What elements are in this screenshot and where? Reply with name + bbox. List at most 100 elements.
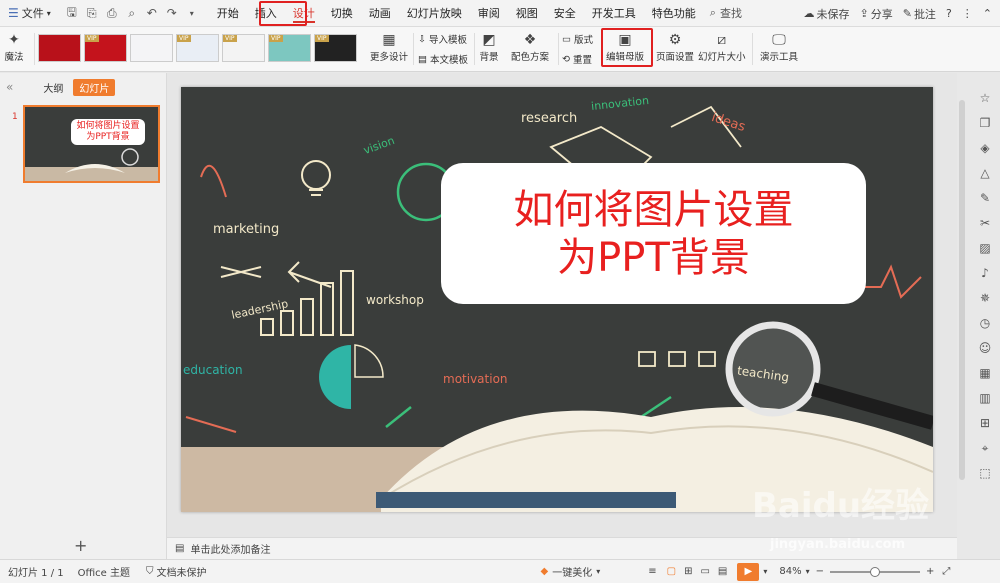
slide-size-button[interactable]: ⧄ 幻灯片大小 [698,31,746,63]
tab-developer[interactable]: 开发工具 [584,0,644,27]
highlight-box-design-tab [259,1,307,26]
tab-slides[interactable]: 幻灯片 [73,78,116,96]
chart-icon[interactable]: ▥ [977,390,993,406]
more-designs-button[interactable]: ▦ 更多设计 [370,31,408,63]
shapes-icon[interactable]: ◈ [977,140,993,156]
notes-view-icon[interactable]: ▤ [718,566,727,577]
tab-transitions[interactable]: 切换 [323,0,361,27]
import-template-button[interactable]: ⇩ 导入模板 [418,32,467,47]
chalk-word-workshop: workshop [366,293,424,307]
share-icon: ⇪ [859,7,869,20]
file-menu-label: 文件 [21,7,44,20]
play-options-chevron-icon[interactable]: ▾ [763,567,767,576]
chevron-down-icon: ▾ [596,567,601,576]
audio-icon[interactable]: ♪ [977,265,993,281]
customize-chevron-icon[interactable]: ▾ [185,9,199,18]
slide-title-box[interactable]: 如何将图片设置 为PPT背景 [441,163,866,304]
design-template-7[interactable]: VIP [314,34,357,62]
collapse-pane-icon[interactable]: « [6,80,13,94]
zoom-slider[interactable] [830,566,921,577]
share-label: 分享 [870,7,893,21]
divider [558,33,559,65]
format-painter-icon[interactable]: ⎘ [85,6,99,21]
zoom-slider-knob[interactable] [870,566,881,577]
cut-icon[interactable]: ✂ [977,215,993,231]
presentation-tools-button[interactable]: 🖵 演示工具 [760,31,798,63]
triangle-icon[interactable]: △ [977,165,993,181]
play-slideshow-button[interactable]: ▶ [737,562,760,581]
grid-icon[interactable]: ⊞ [977,415,993,431]
file-menu[interactable]: ☰ 文件 ▾ [0,0,59,27]
print-icon[interactable]: ⎙ [105,6,119,21]
zoom-chevron-icon[interactable]: ▾ [806,567,810,576]
slide-sorter-icon[interactable]: ⊞ [684,566,692,577]
tab-review[interactable]: 审阅 [470,0,508,27]
tab-home[interactable]: 开始 [209,0,247,27]
history-icon[interactable]: ◷ [977,315,993,331]
watermark-url: jingyan.baidu.com [770,537,906,552]
share-button[interactable]: ⇪ 分享 [860,6,893,22]
notes-toggle-icon[interactable]: ≡ [648,566,656,577]
more-icon[interactable]: ⋮ [962,7,973,20]
search-box[interactable]: ⌕ 查找 [710,5,742,21]
normal-view-icon[interactable]: ▢ [667,566,676,577]
background-button[interactable]: ◩ 背景 [479,31,499,63]
table-icon[interactable]: ▦ [977,365,993,381]
slide-thumbnail[interactable]: 如何将图片设置 为PPT背景 [23,105,160,183]
tab-view[interactable]: 视图 [508,0,546,27]
this-template-button[interactable]: ▤ 本文模板 [418,52,468,67]
add-slide-button[interactable]: + [74,536,87,555]
presentation-tools-label: 演示工具 [760,52,799,63]
grid-icon: ▦ [382,32,396,48]
edit-icon[interactable]: ✎ [977,190,993,206]
star-icon[interactable]: ☆ [977,90,993,106]
color-scheme-label: 配色方案 [511,52,550,63]
box-icon[interactable]: ⬚ [977,465,993,481]
image-icon[interactable]: ▨ [977,240,993,256]
design-template-6[interactable]: VIP [268,34,311,62]
tab-special-features[interactable]: 特色功能 [644,0,704,27]
template-icon: ▤ [418,53,427,65]
vertical-scrollbar[interactable] [958,90,966,510]
color-scheme-button[interactable]: ❖ 配色方案 [511,31,549,63]
design-template-4[interactable]: VIP [176,34,219,62]
slide-size-icon: ⧄ [717,32,727,48]
tab-security[interactable]: 安全 [546,0,584,27]
fit-window-icon[interactable]: ⤢ [942,566,950,577]
design-template-2[interactable]: VIP [84,34,127,62]
help-button[interactable]: ? [946,7,952,20]
tab-slideshow[interactable]: 幻灯片放映 [399,0,470,27]
copy-icon[interactable]: ❐ [977,115,993,131]
comment-label: 批注 [913,7,936,21]
tab-animations[interactable]: 动画 [361,0,399,27]
zoom-out-icon[interactable]: − [816,566,824,577]
comment-button[interactable]: ✎ 批注 [903,6,936,22]
chalk-word-motivation: motivation [443,372,508,386]
collapse-ribbon-icon[interactable]: ⌃ [983,7,992,20]
tab-outline[interactable]: 大纲 [37,79,69,96]
reset-button[interactable]: ⟲ 重置 [562,52,592,67]
layout-button[interactable]: ▭ 版式 [562,32,593,47]
unsaved-status[interactable]: ☁ 未保存 [804,6,850,22]
vip-badge: VIP [177,35,191,42]
scrollbar-thumb[interactable] [959,100,965,480]
compass-icon[interactable]: ✵ [977,290,993,306]
design-template-1[interactable] [38,34,81,62]
beautify-button[interactable]: 一键美化 [552,564,592,579]
zoom-level[interactable]: 84% [779,566,801,577]
design-template-3[interactable] [130,34,173,62]
zoom-in-icon[interactable]: + [926,566,934,577]
protection-status[interactable]: 文档未保护 [157,564,207,579]
smiley-icon[interactable]: ☺ [977,340,993,356]
print-preview-icon[interactable]: ⌕ [125,6,139,21]
slide-canvas[interactable]: research innovation ideas vision marketi… [181,87,933,512]
save-icon[interactable]: 🖫 [65,3,79,24]
palette-icon: ❖ [523,32,537,48]
page-setup-button[interactable]: ⚙ 页面设置 [656,31,694,63]
undo-icon[interactable]: ↶ [145,6,159,20]
design-template-5[interactable]: VIP [222,34,265,62]
location-icon[interactable]: ⌖ [977,440,993,456]
magic-button[interactable]: ✦ 魔法 [4,31,24,63]
redo-icon[interactable]: ↷ [165,6,179,20]
reading-view-icon[interactable]: ▭ [700,566,709,577]
